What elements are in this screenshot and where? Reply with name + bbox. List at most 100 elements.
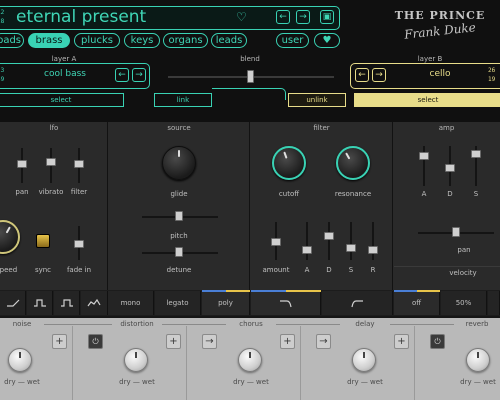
amp-pan-label: pan [457,246,471,254]
filter-highpass-button[interactable] [322,291,393,315]
filter-decay-thumb[interactable] [324,232,334,240]
filter-attack-thumb[interactable] [302,246,312,254]
layer-a-prev-button[interactable]: ← [115,68,129,82]
prev-preset-button[interactable]: ← [276,10,290,24]
lfo-vibrato-thumb[interactable] [46,158,56,166]
layer-a-next-button[interactable]: → [132,68,146,82]
save-preset-button[interactable]: ▣ [320,10,334,24]
layer-b-name[interactable]: cello [390,69,490,79]
amp-decay-thumb[interactable] [445,164,455,172]
favorite-heart-icon[interactable]: ♡ [236,10,247,24]
power-icon: ⏻ [434,337,441,346]
fx-delay-route-button[interactable]: → [316,334,331,349]
category-brass[interactable]: brass [28,33,70,48]
glide-label: glide [170,190,188,198]
filter-indicator-b [286,290,321,292]
fx-reverb-title: reverb [454,320,500,328]
velocity-50-button[interactable]: 50% [441,291,487,315]
legato-button[interactable]: legato [155,291,201,315]
chevron-right-icon: → [135,70,143,80]
category-organs[interactable]: organs [163,33,208,48]
fx-distortion-knob[interactable] [124,348,148,372]
fx-delay-knob[interactable] [352,348,376,372]
filter-panel [250,122,393,290]
chevron-left-icon: ← [118,70,126,80]
resonance-knob[interactable] [336,146,370,180]
link-button[interactable]: link [154,93,212,107]
glide-knob[interactable] [162,146,196,180]
category-leads[interactable]: leads [211,33,247,48]
layer-b-prev-button[interactable]: ← [355,68,369,82]
fx-distortion-add-button[interactable]: + [166,334,181,349]
mono-button[interactable]: mono [108,291,154,315]
highpass-filter-icon [351,300,363,308]
amp-pan-thumb[interactable] [452,227,460,237]
detune-label: detune [166,266,192,274]
lfo-fade-thumb[interactable] [74,240,84,248]
filter-sustain-slider[interactable] [350,222,352,260]
layer-b-title: layer B [417,55,443,63]
layer-b-select-button[interactable]: select [354,93,500,107]
category-pads[interactable]: pads [0,33,24,48]
filter-amount-label: amount [262,266,290,274]
pitch-thumb[interactable] [175,211,183,221]
layer-a-select-button[interactable]: select [0,93,124,107]
square-wave-icon [33,299,46,307]
preset-name[interactable]: eternal present [16,6,146,28]
fx-chorus-title: chorus [226,320,276,328]
lfo-shape-ramp-button[interactable] [0,291,26,315]
next-preset-button[interactable]: → [296,10,310,24]
detune-thumb[interactable] [175,247,183,257]
filter-lowpass-button[interactable] [251,291,321,315]
amp-sustain-thumb[interactable] [471,150,481,158]
cutoff-knob[interactable] [272,146,306,180]
fx-noise-title: noise [0,320,44,328]
filter-attack-slider[interactable] [306,222,308,260]
category-user[interactable]: user [276,33,309,48]
lfo-shape-pulse-button[interactable] [54,291,80,315]
velocity-divider [394,266,500,267]
fx-noise-knob[interactable] [8,348,32,372]
filter-release-slider[interactable] [372,222,374,260]
fx-reverb-power-button[interactable]: ⏻ [430,334,445,349]
velocity-100-button[interactable] [488,291,500,315]
blend-slider-thumb[interactable] [247,70,254,83]
amp-attack-thumb[interactable] [419,152,429,160]
fx-distortion-drywet: dry — wet [119,378,155,386]
lfo-filter-thumb[interactable] [74,160,84,168]
category-plucks[interactable]: plucks [74,33,120,48]
filter-sustain-thumb[interactable] [346,244,356,252]
category-keys[interactable]: keys [124,33,160,48]
lfo-shape-random-button[interactable] [81,291,108,315]
layer-a-name[interactable]: cool bass [20,69,110,79]
fx-reverb-knob[interactable] [466,348,490,372]
random-wave-icon [87,298,101,307]
layer-b-next-button[interactable]: → [372,68,386,82]
filter-decay-slider[interactable] [328,222,330,260]
lfo-shape-square-button[interactable] [27,291,53,315]
lfo-panel [0,122,108,290]
velocity-indicator-a [394,290,417,292]
poly-button[interactable]: poly [202,291,250,315]
fx-chorus-add-button[interactable]: + [280,334,295,349]
plus-icon: + [283,336,292,347]
fx-delay-add-button[interactable]: + [394,334,409,349]
poly-indicator-b [226,290,250,292]
fx-divider [186,326,187,400]
unlink-button[interactable]: unlink [288,93,346,107]
save-icon: ▣ [322,12,332,22]
velocity-off-button[interactable]: off [394,291,440,315]
lfo-sync-toggle[interactable] [36,234,50,248]
fx-distortion-power-button[interactable]: ⏻ [88,334,103,349]
filter-release-thumb[interactable] [368,246,378,254]
lfo-pan-thumb[interactable] [17,160,27,168]
velocity-indicator-b [417,290,440,292]
fx-noise-add-button[interactable]: + [52,334,67,349]
fx-chorus-route-button[interactable]: → [202,334,217,349]
brand-logo: THE PRINCE Frank Duke [394,9,486,42]
fx-divider [72,326,73,400]
fx-chorus-knob[interactable] [238,348,262,372]
arrow-right-icon: → [205,336,214,347]
favorites-filter-heart-icon[interactable]: ♥ [314,33,340,48]
filter-amount-thumb[interactable] [271,238,281,246]
